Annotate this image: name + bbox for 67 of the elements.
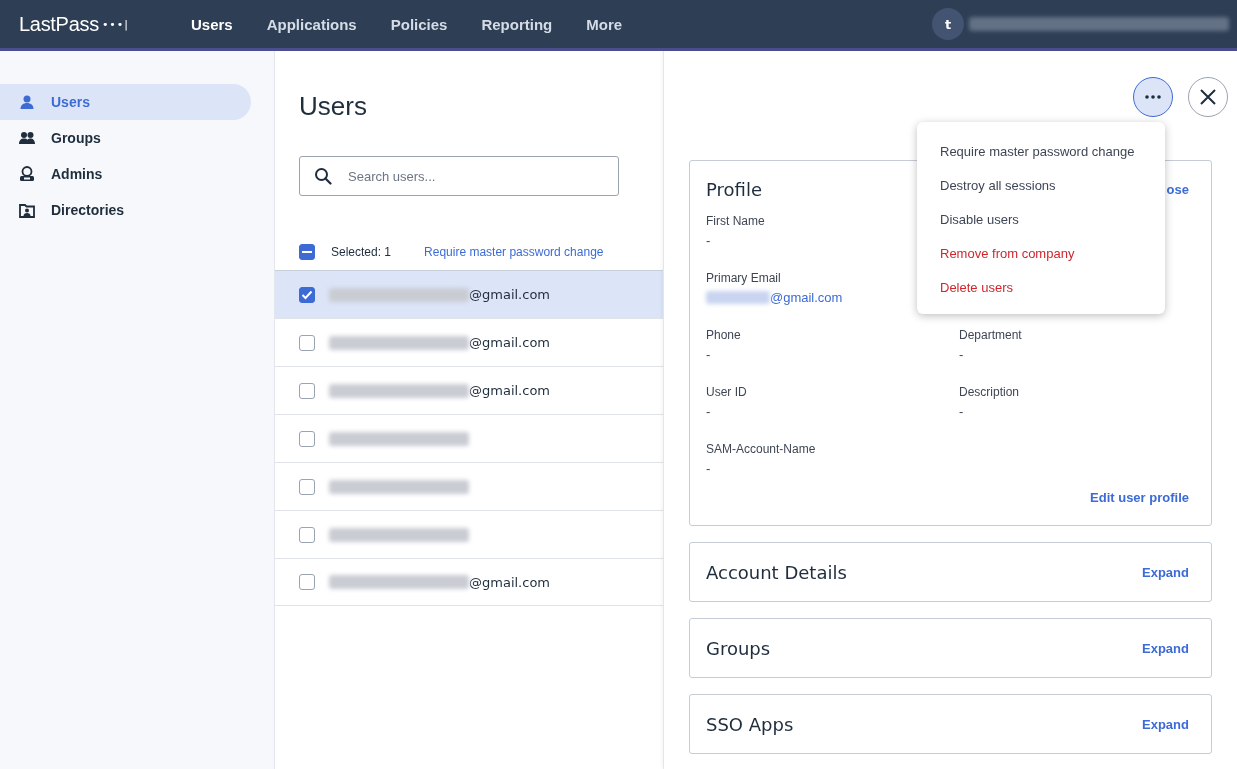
field-value: - [706,347,712,362]
field-label: Phone [706,328,742,342]
email-domain: @gmail.com [469,335,550,350]
field-value: - [706,404,712,419]
menu-item[interactable]: Destroy all sessions [917,169,1165,203]
selected-count: Selected: 1 [331,245,392,259]
sidebar-item[interactable]: Directories [0,192,251,228]
logo: LastPass [19,12,99,36]
field-value: - [959,404,965,419]
close-icon [1199,88,1217,106]
menu-item[interactable]: Delete users [917,271,1165,305]
expand-link[interactable]: Expand [1142,564,1189,580]
close-button[interactable] [1188,77,1228,117]
logo-dots: •••| [101,17,130,31]
require-password-link[interactable]: Require master password change [424,245,604,259]
admin-icon [19,166,35,182]
card-title: Profile [706,179,762,200]
email-link[interactable]: @gmail.com [770,290,843,305]
nav-tab[interactable]: Users [191,15,233,33]
checkbox[interactable] [299,286,315,303]
field-value: - [959,347,965,362]
sidebar-item[interactable]: Groups [0,120,251,156]
field-value: - [706,461,712,476]
card-title: Groups [706,637,771,659]
folder-person-icon [19,202,35,218]
card-title: SSO Apps [706,713,794,735]
search-field[interactable]: Search users... [299,156,619,196]
nav-tab[interactable]: Reporting [481,15,553,33]
page-title: Users [299,91,368,123]
checkbox[interactable] [299,526,315,543]
menu-item[interactable]: Disable users [917,203,1165,237]
expand-link[interactable]: Expand [1142,716,1189,732]
dash-icon [302,250,312,254]
field-label: SAM-Account-Name [706,442,817,456]
checkbox[interactable] [299,334,315,351]
card-title: Account Details [706,561,847,583]
blurred-text [706,291,770,304]
checkbox[interactable] [299,244,315,260]
field-label: Primary Email [706,271,782,285]
sidebar-item[interactable]: Users [0,84,251,120]
nav-tab[interactable]: Applications [266,15,357,33]
email-domain: @gmail.com [469,574,550,590]
more-button[interactable] [1133,77,1173,117]
menu-item[interactable]: Remove from company [917,237,1165,271]
people-icon [19,130,35,146]
edit-profile-link[interactable]: Edit user profile [1090,490,1189,505]
checkbox[interactable] [299,574,315,590]
avatar[interactable]: t [932,8,964,40]
menu-item[interactable]: Require master password change [917,135,1165,169]
search-icon [314,167,332,185]
email-domain: @gmail.com [469,383,550,398]
field-label: Description [959,385,1021,399]
expand-link[interactable]: Expand [1142,640,1189,656]
field-label: User ID [706,385,748,399]
checkbox[interactable] [299,478,315,495]
email-domain: @gmail.com [469,287,550,302]
field-value: - [706,233,712,248]
sidebar-item[interactable]: Admins [0,156,251,192]
checkbox[interactable] [299,382,315,399]
nav-tab[interactable]: More [586,15,623,33]
checkbox[interactable] [299,430,315,447]
close-link[interactable]: ose [1166,182,1189,197]
nav-tab[interactable]: Policies [390,15,448,33]
checkmark-icon [301,289,313,300]
field-label: Department [959,328,1023,342]
person-icon [19,94,35,110]
more-icon [1145,95,1161,99]
